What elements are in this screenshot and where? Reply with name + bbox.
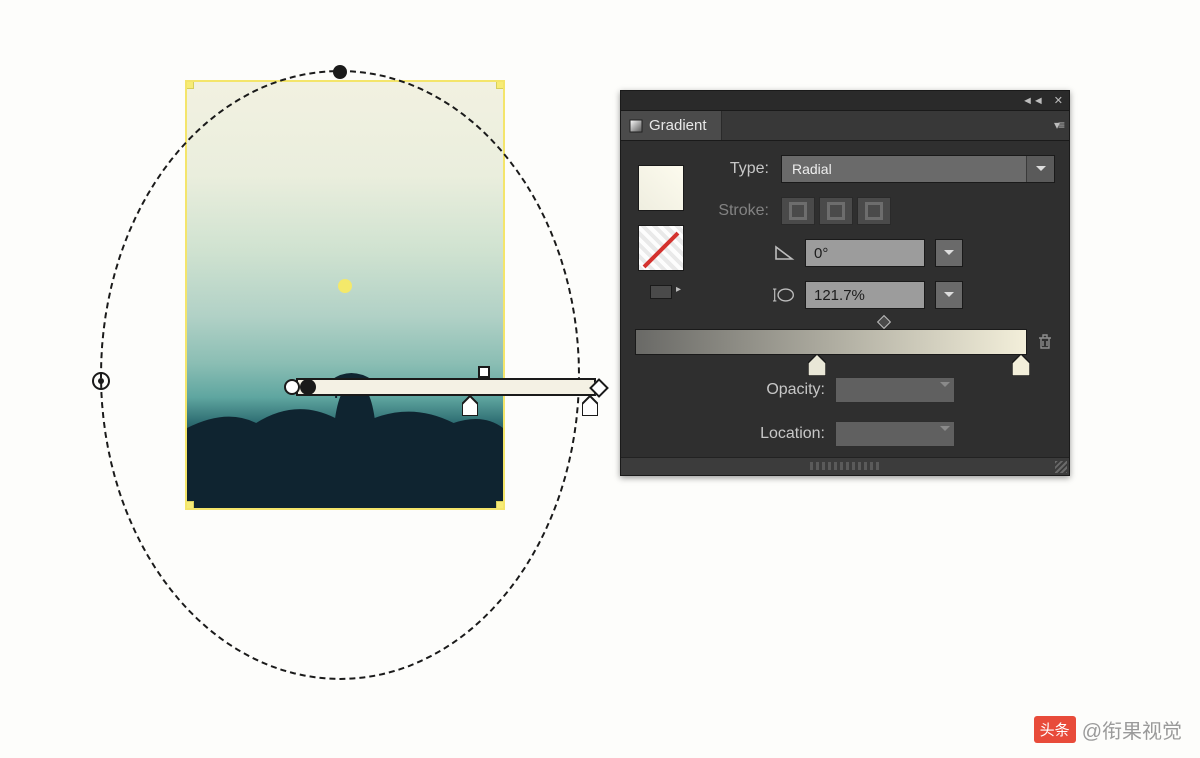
- angle-field[interactable]: 0°: [805, 239, 925, 267]
- chevron-down-icon: [940, 426, 950, 436]
- gradient-panel: ◄◄ ✕ Gradient ▾≡ Type: Radial: [620, 90, 1070, 476]
- gradient-anchor[interactable]: [333, 65, 347, 79]
- selection-handle[interactable]: [185, 501, 194, 510]
- gradient-start-dot[interactable]: [300, 379, 316, 395]
- stroke-across-button[interactable]: [857, 197, 891, 225]
- gradient-end-handle[interactable]: [589, 378, 609, 398]
- gradient-anchor-origin[interactable]: [92, 372, 110, 390]
- opacity-field[interactable]: [835, 377, 955, 403]
- type-label: Type:: [699, 160, 769, 178]
- gradient-tab-icon: [629, 119, 643, 133]
- gradient-stop-handle[interactable]: [582, 396, 598, 416]
- close-icon[interactable]: ✕: [1054, 94, 1063, 107]
- reverse-gradient-button[interactable]: [650, 285, 672, 299]
- artboard[interactable]: [185, 80, 505, 510]
- landscape-silhouette: [187, 288, 503, 508]
- aspect-stepper[interactable]: [935, 281, 963, 309]
- selection-handle[interactable]: [185, 80, 194, 89]
- panel-tabbar: Gradient ▾≡: [621, 111, 1069, 141]
- watermark-text: @衔果视觉: [1082, 715, 1182, 744]
- tab-gradient[interactable]: Gradient: [621, 111, 722, 140]
- gradient-start-handle[interactable]: [284, 379, 300, 395]
- watermark: 头条 @衔果视觉: [1034, 715, 1182, 744]
- location-field[interactable]: [835, 421, 955, 447]
- angle-stepper[interactable]: [935, 239, 963, 267]
- chevron-down-icon: [940, 382, 950, 392]
- angle-icon: [773, 244, 795, 262]
- collapse-icon[interactable]: ◄◄: [1022, 95, 1044, 107]
- gradient-stop-handle[interactable]: [462, 396, 478, 416]
- type-value: Radial: [792, 161, 832, 177]
- gradient-stop[interactable]: [808, 354, 826, 376]
- stroke-within-button[interactable]: [781, 197, 815, 225]
- fill-swatch[interactable]: [638, 165, 684, 211]
- type-dropdown[interactable]: Radial: [781, 155, 1055, 183]
- panel-grip[interactable]: [810, 462, 880, 470]
- gradient-bar[interactable]: [635, 329, 1027, 355]
- canvas[interactable]: [0, 0, 620, 700]
- aspect-field[interactable]: 121.7%: [805, 281, 925, 309]
- gradient-annotator[interactable]: [296, 378, 596, 396]
- chevron-down-icon: [1026, 156, 1054, 182]
- panel-footer: [621, 457, 1069, 475]
- aspect-icon: [773, 286, 795, 304]
- gradient-scale-handle[interactable]: [478, 366, 490, 378]
- gradient-stop[interactable]: [1012, 354, 1030, 376]
- location-label: Location:: [735, 425, 825, 443]
- gradient-editor: [635, 329, 1055, 355]
- tab-label: Gradient: [649, 117, 707, 134]
- selection-handle[interactable]: [496, 501, 505, 510]
- gradient-midpoint[interactable]: [877, 315, 891, 329]
- watermark-badge: 头条: [1034, 716, 1076, 743]
- stroke-along-button[interactable]: [819, 197, 853, 225]
- selection-handle[interactable]: [496, 80, 505, 89]
- stroke-label: Stroke:: [699, 202, 769, 220]
- stroke-swatch[interactable]: [638, 225, 684, 271]
- resize-handle[interactable]: [1055, 461, 1067, 473]
- panel-menu-icon[interactable]: ▾≡: [1054, 118, 1063, 132]
- opacity-label: Opacity:: [735, 381, 825, 399]
- trash-icon[interactable]: [1035, 332, 1055, 352]
- panel-topbar: ◄◄ ✕: [621, 91, 1069, 111]
